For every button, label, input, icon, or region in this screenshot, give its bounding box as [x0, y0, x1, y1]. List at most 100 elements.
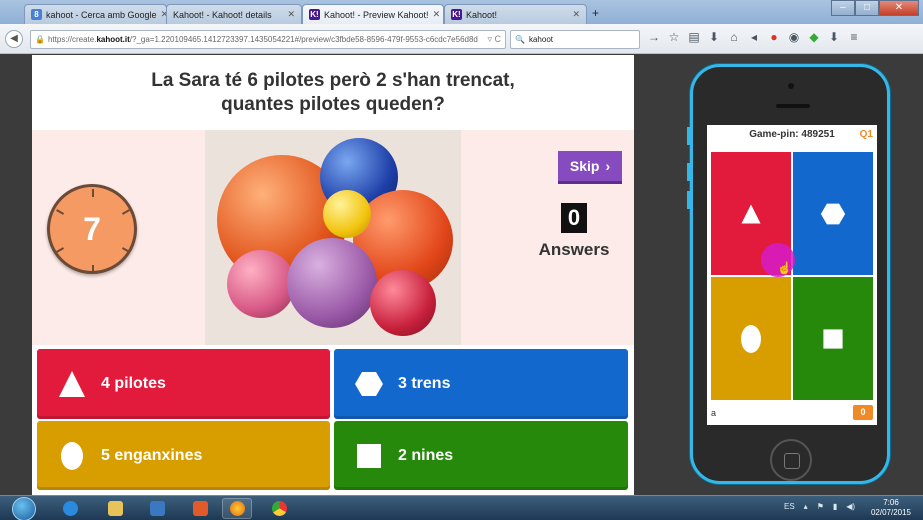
camera-icon [788, 83, 794, 89]
firefox-icon[interactable] [222, 498, 252, 519]
phone-answer-green[interactable] [793, 277, 873, 400]
download-arrow-icon[interactable]: ⬇ [827, 30, 841, 44]
tab-kahoot-details[interactable]: Kahoot! - Kahoot! details ✕ [166, 4, 302, 24]
browser-nav-bar: ◀ 🔒 https://create.kahoot.it/?_ga=1.2201… [0, 24, 923, 54]
hand-pointer-icon: ☝ [777, 261, 792, 275]
close-icon[interactable]: ✕ [287, 9, 295, 20]
kahoot-icon: K! [451, 9, 462, 20]
question-text: La Sara té 6 pilotes però 2 s'han trenca… [151, 69, 515, 115]
file-explorer-icon[interactable] [100, 498, 130, 519]
triangle-icon [741, 203, 761, 224]
kahoot-stage: La Sara té 6 pilotes però 2 s'han trenca… [32, 55, 634, 495]
phone-answer-blue[interactable] [793, 152, 873, 275]
answer-option-red[interactable]: 4 pilotes [37, 349, 330, 419]
back-button[interactable]: ◀ [5, 30, 23, 48]
reload-icon[interactable]: ▿ C [487, 34, 501, 45]
close-window-button[interactable]: ✕ [879, 0, 919, 16]
home-icon[interactable]: ⌂ [727, 30, 741, 44]
flag-icon[interactable]: ⚑ [817, 502, 824, 511]
chevron-right-icon: › [605, 158, 611, 174]
media-player-icon[interactable] [142, 498, 172, 519]
game-pin: Game-pin: 489251 [749, 129, 835, 140]
chat-icon[interactable]: ◉ [787, 30, 801, 44]
balloons-image [205, 130, 461, 345]
answers-label: Answers [538, 240, 610, 259]
answer-text: 4 pilotes [101, 375, 166, 392]
chevron-up-icon[interactable]: ▴ [804, 502, 808, 511]
speaker-grille [776, 104, 810, 108]
clock-date: 02/07/2015 [870, 508, 912, 517]
minimize-button[interactable]: – [831, 0, 855, 16]
phone-preview: Game-pin: 489251 Q1 ☝ a 0 [687, 64, 890, 484]
triangle-icon [59, 371, 85, 397]
answer-text: 5 enganxines [101, 446, 203, 464]
url-prefix: https://create. [47, 35, 97, 44]
url-path: /?_ga=1.220109465.1412723397.1435054221#… [129, 35, 478, 44]
close-icon[interactable]: ✕ [572, 9, 580, 20]
system-tray: ES ▴ ⚑ ▮ ◀) [784, 502, 855, 511]
bookmark-star-icon[interactable]: ☆ [667, 30, 681, 44]
hexagon-icon [355, 372, 383, 396]
skip-button[interactable]: Skip › [558, 151, 622, 181]
address-bar[interactable]: 🔒 https://create.kahoot.it/?_ga=1.220109… [30, 30, 506, 49]
hexagon-icon [820, 203, 846, 224]
kahoot-icon: K! [309, 9, 320, 20]
player-score: 0 [853, 405, 873, 420]
lock-icon: 🔒 [35, 35, 45, 44]
tab-title: Kahoot! [466, 9, 498, 20]
paint-icon[interactable] [185, 498, 215, 519]
bookmarks-list-icon[interactable]: ▤ [687, 30, 701, 44]
search-input[interactable]: kahoot [529, 35, 553, 44]
phone-answer-yellow[interactable] [711, 277, 791, 400]
timer-value: 7 [83, 211, 101, 247]
tab-google-search[interactable]: 8 kahoot - Cerca amb Google ✕ [24, 4, 167, 24]
answer-option-yellow[interactable]: 5 enganxines [37, 421, 330, 490]
tab-kahoot[interactable]: K! Kahoot! ✕ [444, 4, 587, 24]
language-indicator[interactable]: ES [784, 502, 795, 511]
square-icon [823, 328, 843, 349]
answer-option-blue[interactable]: 3 trens [334, 349, 628, 419]
timer-clock: 7 [47, 184, 137, 274]
volume-icon[interactable]: ◀) [846, 502, 855, 511]
ie-icon[interactable] [55, 498, 85, 519]
browser-tab-bar: 8 kahoot - Cerca amb Google ✕ Kahoot! - … [0, 0, 923, 24]
question-number: Q1 [859, 129, 873, 140]
answer-option-green[interactable]: 2 nines [334, 421, 628, 490]
close-icon[interactable]: ✕ [433, 9, 441, 20]
question-media-area: 7 Skip › 0 Answers [32, 130, 634, 345]
square-icon [357, 443, 381, 468]
tab-title: Kahoot! - Kahoot! details [173, 9, 272, 20]
player-nickname: a [711, 408, 717, 418]
clock-time: 7:06 [883, 498, 899, 507]
extension-icon[interactable]: ◆ [807, 30, 821, 44]
circle-icon [61, 441, 83, 470]
new-tab-button[interactable]: + [592, 6, 599, 20]
send-icon[interactable]: ◂ [747, 30, 761, 44]
download-icon[interactable]: ⬇ [707, 30, 721, 44]
skip-label: Skip [569, 158, 600, 174]
toolbar-icons: → ☆ ▤ ⬇ ⌂ ◂ ● ◉ ◆ ⬇ ≡ [647, 30, 861, 44]
search-icon: 🔍 [515, 35, 525, 44]
url-host: kahoot.it [96, 35, 130, 44]
phone-screen: Game-pin: 489251 Q1 ☝ a 0 [707, 125, 877, 425]
tab-title: Kahoot! - Preview Kahoot! [324, 9, 429, 20]
system-clock[interactable]: 7:06 02/07/2015 [866, 498, 916, 518]
maximize-button[interactable]: □ [855, 0, 879, 16]
search-bar[interactable]: 🔍 kahoot [510, 30, 640, 49]
circle-icon [741, 324, 761, 353]
start-button[interactable] [12, 497, 36, 520]
home-button[interactable] [770, 439, 812, 481]
chrome-icon[interactable] [264, 498, 294, 519]
answer-text: 2 nines [398, 446, 454, 464]
windows-taskbar: ES ▴ ⚑ ▮ ◀) 7:06 02/07/2015 [0, 495, 923, 520]
adblock-icon[interactable]: ● [767, 30, 781, 44]
answer-text: 3 trens [398, 375, 451, 392]
battery-icon[interactable]: ▮ [833, 502, 837, 511]
menu-icon[interactable]: ≡ [847, 30, 861, 44]
tab-kahoot-preview[interactable]: K! Kahoot! - Preview Kahoot! ✕ [302, 4, 444, 24]
window-controls: – □ ✕ [831, 0, 919, 16]
go-arrow-icon[interactable]: → [647, 30, 661, 44]
answer-count: 0 [561, 203, 587, 233]
google-icon: 8 [31, 9, 42, 20]
tab-title: kahoot - Cerca amb Google [46, 9, 157, 20]
